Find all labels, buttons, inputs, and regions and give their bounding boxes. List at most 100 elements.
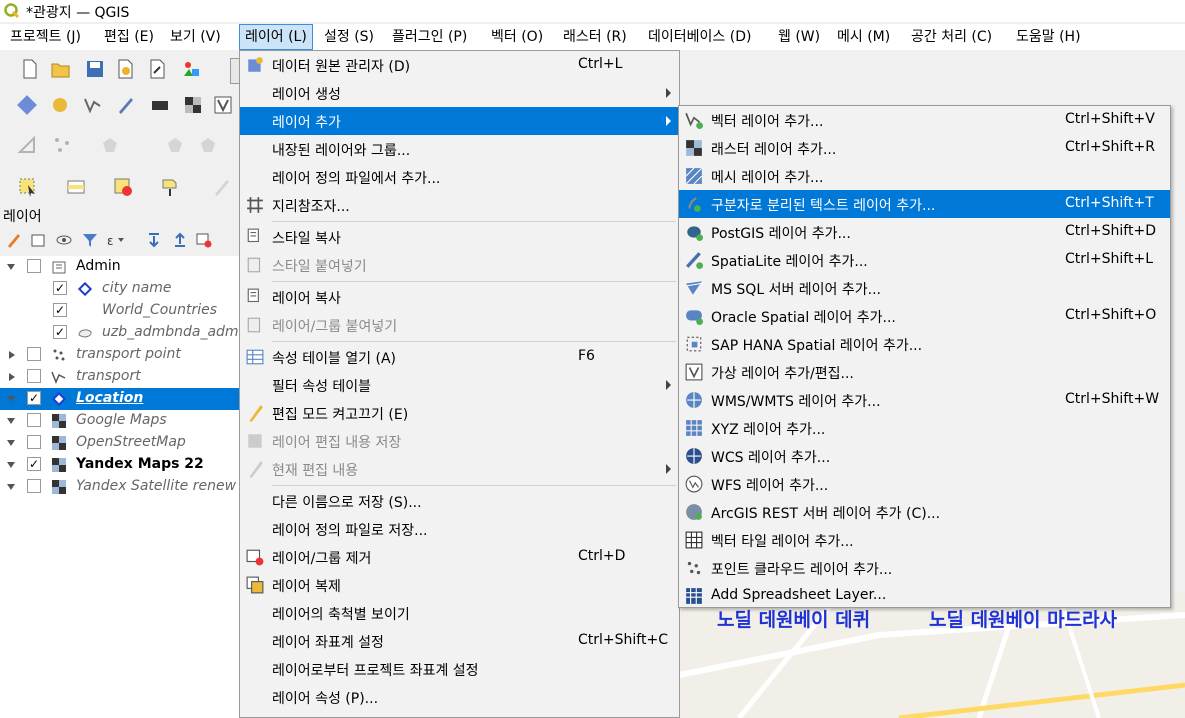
menu-10[interactable]: 메시 (M)	[832, 24, 895, 50]
layer-row-0[interactable]: Admin	[0, 256, 240, 278]
layer-row-1[interactable]: ✓ city name	[0, 278, 240, 300]
collapse-arrow-icon[interactable]	[7, 462, 15, 468]
expand-arrow-icon[interactable]	[9, 373, 15, 381]
layer-menu-item-25[interactable]: 레이어로부터 프로젝트 좌표계 설정	[240, 655, 679, 683]
layer-row-5[interactable]: transport	[0, 366, 240, 388]
add-layer-item-1[interactable]: 래스터 레이어 추가... Ctrl+Shift+R	[679, 134, 1170, 162]
layer-menu-item-21[interactable]: 레이어/그룹 제거 Ctrl+D	[240, 543, 679, 571]
add-layer-item-17[interactable]: Add Spreadsheet Layer...	[679, 582, 1170, 610]
add-layer-item-10[interactable]: WMS/WMTS 레이어 추가... Ctrl+Shift+W	[679, 386, 1170, 414]
add-layer-item-3[interactable]: 구분자로 분리된 텍스트 레이어 추가... Ctrl+Shift+T	[679, 190, 1170, 218]
select-features-icon[interactable]	[18, 177, 38, 197]
layer-visibility-checkbox[interactable]	[27, 259, 41, 273]
filter-icon[interactable]	[82, 232, 98, 248]
layer-visibility-checkbox[interactable]: ✓	[27, 391, 41, 405]
menu-2[interactable]: 보기 (V)	[165, 24, 226, 50]
layer-row-2[interactable]: ✓ World_Countries	[0, 300, 240, 322]
shape-tool-icon[interactable]	[165, 135, 185, 155]
menu-8[interactable]: 데이터베이스 (D)	[643, 24, 756, 50]
add-layer-item-8[interactable]: SAP HANA Spatial 레이어 추가...	[679, 330, 1170, 358]
menu-12[interactable]: 도움말 (H)	[1011, 24, 1086, 50]
layer-menu-item-7[interactable]: 스타일 복사	[240, 223, 679, 251]
collapse-arrow-icon[interactable]	[7, 264, 15, 270]
add-layer-item-15[interactable]: 벡터 타일 레이어 추가...	[679, 526, 1170, 554]
layer-visibility-checkbox[interactable]	[27, 413, 41, 427]
menu-5[interactable]: 플러그인 (P)	[387, 24, 472, 50]
add-layer-item-5[interactable]: SpatiaLite 레이어 추가... Ctrl+Shift+L	[679, 246, 1170, 274]
print-layout-icon[interactable]	[148, 59, 168, 79]
add-layer-item-13[interactable]: WFS 레이어 추가...	[679, 470, 1170, 498]
layer-visibility-checkbox[interactable]	[27, 435, 41, 449]
layer-visibility-checkbox[interactable]: ✓	[53, 281, 67, 295]
add-layer-item-14[interactable]: ArcGIS REST 서버 레이어 추가 (C)...	[679, 498, 1170, 526]
add-vector-icon[interactable]	[50, 95, 70, 115]
open-project-icon[interactable]	[51, 59, 71, 79]
layer-visibility-checkbox[interactable]: ✓	[53, 325, 67, 339]
layer-menu-item-0[interactable]: 데이터 원본 관리자 (D) Ctrl+L	[240, 51, 679, 79]
layer-menu-item-27[interactable]: 필터링...Ctrl+F	[240, 711, 679, 717]
select-attribute-icon[interactable]	[66, 177, 86, 197]
add-line-icon[interactable]	[83, 95, 103, 115]
layer-row-8[interactable]: OpenStreetMap	[0, 432, 240, 454]
raster-grid-icon[interactable]	[183, 95, 203, 115]
layer-visibility-checkbox[interactable]	[27, 369, 41, 383]
layer-menu-item-1[interactable]: 레이어 생성	[240, 79, 679, 107]
new-project-icon[interactable]	[20, 59, 40, 79]
menu-9[interactable]: 웹 (W)	[773, 24, 825, 50]
layer-visibility-checkbox[interactable]	[27, 347, 41, 361]
style-manager-icon[interactable]	[182, 59, 202, 79]
menu-1[interactable]: 편집 (E)	[99, 24, 159, 50]
menu-7[interactable]: 래스터 (R)	[558, 24, 632, 50]
data-source-manager-icon[interactable]	[17, 95, 37, 115]
virtual-layer-icon[interactable]	[213, 95, 233, 115]
menu-0[interactable]: 프로젝트 (J)	[5, 24, 86, 50]
layer-row-7[interactable]: Google Maps	[0, 410, 240, 432]
layer-menu-item-19[interactable]: 다른 이름으로 저장 (S)...	[240, 487, 679, 515]
zoom-selection-icon[interactable]	[160, 177, 180, 197]
dots-icon[interactable]	[52, 135, 72, 155]
collapse-arrow-icon[interactable]	[7, 418, 15, 424]
node-tool-icon[interactable]	[17, 135, 37, 155]
layer-menu-item-15[interactable]: 편집 모드 켜고끄기 (E)	[240, 399, 679, 427]
layer-visibility-checkbox[interactable]: ✓	[53, 303, 67, 317]
add-layer-item-12[interactable]: WCS 레이어 추가...	[679, 442, 1170, 470]
split-tool-icon[interactable]	[198, 135, 218, 155]
layer-row-9[interactable]: ✓ Yandex Maps 22	[0, 454, 240, 476]
menu-3[interactable]: 레이어 (L)	[239, 24, 313, 50]
menu-11[interactable]: 공간 처리 (C)	[906, 24, 997, 50]
style-panel-icon[interactable]	[6, 232, 22, 248]
edit-table-icon[interactable]	[212, 177, 232, 197]
layer-menu-item-23[interactable]: 레이어의 축척별 보이기	[240, 599, 679, 627]
add-layer-item-6[interactable]: MS SQL 서버 레이어 추가...	[679, 274, 1170, 302]
add-layer-item-2[interactable]: 메시 레이어 추가...	[679, 162, 1170, 190]
eye-icon[interactable]	[56, 232, 72, 248]
expand-all-icon[interactable]	[146, 232, 162, 248]
save-project-icon[interactable]	[85, 59, 105, 79]
add-layer-item-7[interactable]: Oracle Spatial 레이어 추가... Ctrl+Shift+O	[679, 302, 1170, 330]
layer-menu-item-22[interactable]: 레이어 복제	[240, 571, 679, 599]
layer-row-10[interactable]: Yandex Satellite renew	[0, 476, 240, 498]
add-layer-item-16[interactable]: 포인트 클라우드 레이어 추가...	[679, 554, 1170, 582]
add-group-icon[interactable]	[30, 232, 46, 248]
layer-menu-item-3[interactable]: 내장된 레이어와 그룹...	[240, 135, 679, 163]
digitize-icon[interactable]	[116, 95, 136, 115]
menu-6[interactable]: 벡터 (O)	[486, 24, 548, 50]
layer-menu-item-4[interactable]: 레이어 정의 파일에서 추가...	[240, 163, 679, 191]
sql-icon[interactable]	[150, 95, 170, 115]
collapse-arrow-icon[interactable]	[7, 396, 15, 402]
deselect-icon[interactable]	[113, 177, 133, 197]
collapse-arrow-icon[interactable]	[7, 484, 15, 490]
polygon-tool-icon[interactable]	[100, 135, 120, 155]
collapse-arrow-icon[interactable]	[7, 440, 15, 446]
add-layer-item-4[interactable]: PostGIS 레이어 추가... Ctrl+Shift+D	[679, 218, 1170, 246]
layer-menu-item-2[interactable]: 레이어 추가	[240, 107, 679, 135]
collapse-all-icon[interactable]	[172, 232, 188, 248]
save-as-icon[interactable]	[116, 59, 136, 79]
expression-filter-icon[interactable]: ε	[106, 232, 126, 248]
layer-menu-item-20[interactable]: 레이어 정의 파일로 저장...	[240, 515, 679, 543]
layer-visibility-checkbox[interactable]: ✓	[27, 457, 41, 471]
layer-row-4[interactable]: transport point	[0, 344, 240, 366]
layer-row-3[interactable]: ✓ uzb_admbnda_adm	[0, 322, 240, 344]
layer-menu-item-5[interactable]: 지리참조자...	[240, 191, 679, 219]
layer-menu-item-24[interactable]: 레이어 좌표계 설정 Ctrl+Shift+C	[240, 627, 679, 655]
